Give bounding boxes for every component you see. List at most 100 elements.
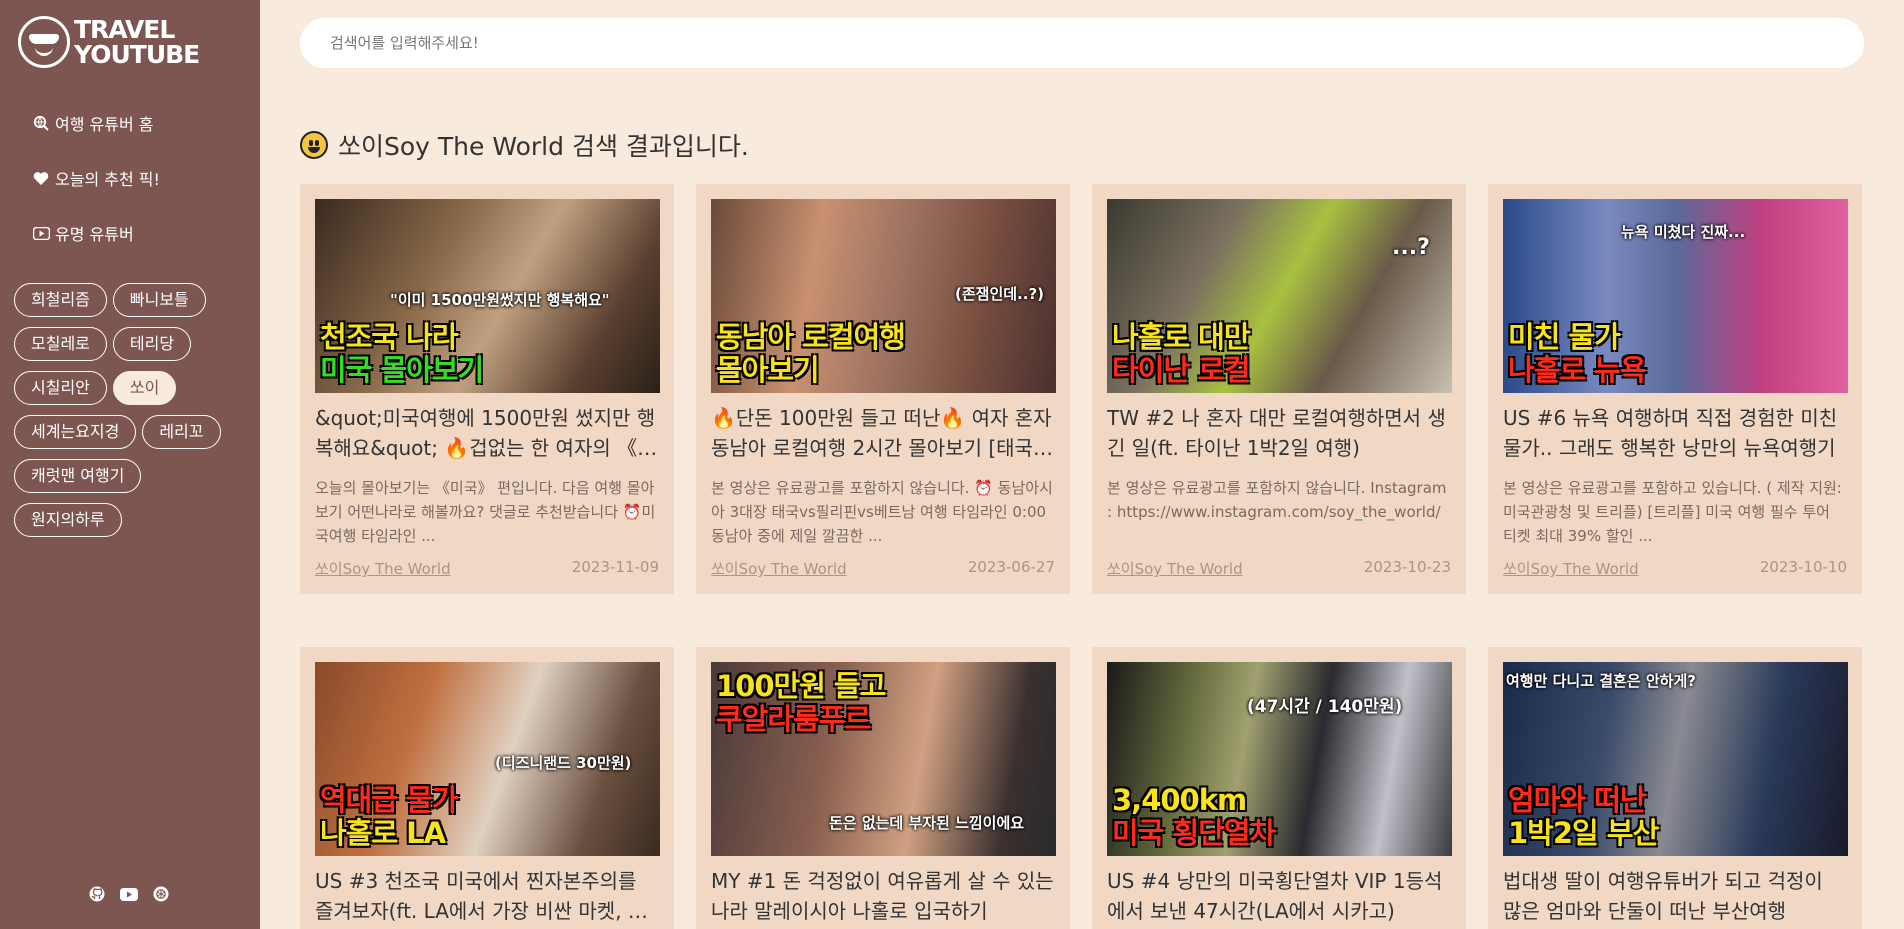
video-thumbnail[interactable]: (존잼인데..?) 동남아 로컬여행 몰아보기 [711,199,1056,393]
logo-line-1: TRAVEL [74,15,175,44]
tag-ppanibottle[interactable]: 빠니보틀 [112,283,206,317]
tag-rerikko[interactable]: 레리꼬 [142,415,221,449]
video-thumbnail[interactable]: "이미 1500만원썼지만 행복해요" 천조국 나라 미국 몰아보기 [315,199,660,393]
video-description: 본 영상은 유료광고를 포함하고 있습니다. ( 제작 지원: 미국관광청 및 … [1503,479,1842,545]
thumbnail-caption: 뉴욕 미쳤다 진짜... [1621,223,1746,241]
search-input[interactable] [300,18,1864,68]
tag-soy[interactable]: 쏘이 [112,371,177,405]
video-card[interactable]: (디즈니랜드 30만원) 역대급 물가 나홀로 LA US #3 천조국 미국에… [300,647,674,929]
channel-link[interactable]: 쏘이Soy The World [1107,558,1243,579]
video-title[interactable]: 🔥단돈 100만원 들고 떠난🔥 여자 혼자 동남아 로컬여행 2시간 몰아보기… [711,403,1055,463]
video-card[interactable]: (존잼인데..?) 동남아 로컬여행 몰아보기 🔥단돈 100만원 들고 떠난🔥… [696,184,1070,594]
headline-line-1: 역대급 물가 [320,783,458,817]
tag-sicilian[interactable]: 시칠리안 [14,371,107,405]
logo-line-2: YOUTUBE [74,40,200,69]
video-title[interactable]: US #4 낭만의 미국횡단열차 VIP 1등석에서 보낸 47시간(LA에서 … [1107,866,1451,926]
headline-line-1: 동남아 로컬여행 [716,320,906,354]
video-meta: 쏘이Soy The World 2023-10-23 [1107,558,1451,579]
youtube-icon [32,224,50,242]
video-card[interactable]: 뉴욕 미쳤다 진짜... 미친 물가 나홀로 뉴욕 US #6 뉴욕 여행하며 … [1488,184,1862,594]
video-thumbnail[interactable]: 돈은 없는데 부자된 느낌이에요 100만원 들고 쿠알라룸푸르 [711,662,1056,856]
headline-line-1: 천조국 나라 [320,320,459,354]
openai-icon[interactable] [152,885,170,903]
video-description: 본 영상은 유료광고를 포함하지 않습니다. ⏰ 동남아시아 3대장 태국vs필… [711,479,1053,545]
thumbnail-caption: "이미 1500만원썼지만 행복해요" [390,291,610,309]
video-thumbnail[interactable]: (디즈니랜드 30만원) 역대급 물가 나홀로 LA [315,662,660,856]
nav-label: 오늘의 추천 픽! [55,170,160,189]
channel-link[interactable]: 쏘이Soy The World [315,558,451,579]
logo[interactable]: TRAVEL YOUTUBE [18,15,200,69]
video-description: 오늘의 몰아보기는 《미국》 편입니다. 다음 여행 몰아보기 어떤나라로 해볼… [315,479,656,545]
video-thumbnail[interactable]: (47시간 / 140만원) 3,400km 미국 횡단열차 [1107,662,1452,856]
heart-icon [32,169,50,187]
thumbnail-headline: 100만원 들고 쿠알라룸푸르 [716,669,886,736]
thumbnail-headline: 나홀로 대만 타이난 로컬 [1112,321,1250,387]
video-title[interactable]: 법대생 딸이 여행유튜버가 되고 걱정이 많은 엄마와 단둘이 떠난 부산여행 [1503,866,1847,926]
github-icon[interactable] [88,885,106,903]
video-title[interactable]: MY #1 돈 걱정없이 여유롭게 살 수 있는 나라 말레이시아 나홀로 입국… [711,866,1055,926]
video-meta: 쏘이Soy The World 2023-10-10 [1503,558,1847,579]
channel-link[interactable]: 쏘이Soy The World [1503,558,1639,579]
headline-line-2: 타이난 로컬 [1112,353,1250,387]
search-globe-icon [32,114,50,132]
thumbnail-caption: (존잼인데..?) [955,285,1045,303]
video-card[interactable]: 여행만 다니고 결혼은 안하게? 엄마와 떠난 1박2일 부산 법대생 딸이 여… [1488,647,1862,929]
headline-line-2: 미국 횡단열차 [1112,816,1276,850]
video-title[interactable]: &quot;미국여행에 1500만원 썼지만 행복해요&quot; 🔥겁없는 한… [315,403,659,463]
video-card[interactable]: 돈은 없는데 부자된 느낌이에요 100만원 들고 쿠알라룸푸르 MY #1 돈… [696,647,1070,929]
video-title[interactable]: US #6 뉴욕 여행하며 직접 경험한 미친 물가.. 그래도 행복한 낭만의… [1503,403,1847,463]
thumbnail-headline: 미친 물가 나홀로 뉴욕 [1508,321,1646,387]
headline-line-1: 3,400km [1112,783,1247,817]
video-title[interactable]: US #3 천조국 미국에서 찐자본주의를 즐겨보자(ft. LA에서 가장 비… [315,866,659,926]
nav-item-home[interactable]: 여행 유튜버 홈 [32,112,160,134]
sidebar-nav: 여행 유튜버 홈 오늘의 추천 픽! 유명 유튜버 [32,112,160,277]
channel-link[interactable]: 쏘이Soy The World [711,558,847,579]
headline-line-2: 미국 몰아보기 [320,353,484,387]
video-card[interactable]: ...? 나홀로 대만 타이난 로컬 TW #2 나 혼자 대만 로컬여행하면서… [1092,184,1466,594]
thumbnail-caption: (디즈니랜드 30만원) [495,754,632,772]
video-card[interactable]: (47시간 / 140만원) 3,400km 미국 횡단열차 US #4 낭만의… [1092,647,1466,929]
headline-line-1: 100만원 들고 [716,669,886,703]
thumbnail-headline: 천조국 나라 미국 몰아보기 [320,320,484,387]
tag-heecheolism[interactable]: 희철리즘 [14,283,107,317]
video-thumbnail[interactable]: ...? 나홀로 대만 타이난 로컬 [1107,199,1452,393]
result-heading: 쏘이Soy The World 검색 결과입니다. [300,127,749,163]
thumbnail-headline: 엄마와 떠난 1박2일 부산 [1508,783,1659,850]
tag-teridang[interactable]: 테리당 [112,327,192,361]
tag-mochilero[interactable]: 모칠레로 [14,327,107,361]
thumbnail-caption: 돈은 없는데 부자된 느낌이에요 [829,814,1025,832]
video-date: 2023-10-10 [1759,558,1847,576]
video-date: 2023-11-09 [571,558,659,576]
headline-line-1: 나홀로 대만 [1112,320,1250,354]
video-date: 2023-10-23 [1363,558,1451,576]
tag-carrotman[interactable]: 캐럿맨 여행기 [14,459,142,493]
thumbnail-caption: (47시간 / 140만원) [1247,697,1403,717]
tag-wonji[interactable]: 원지의하루 [14,503,122,537]
video-meta: 쏘이Soy The World 2023-11-09 [315,558,659,579]
social-links [88,885,184,903]
thumbnail-headline: 3,400km 미국 횡단열차 [1112,783,1276,850]
headline-line-2: 쿠알라룸푸르 [716,702,871,736]
video-card[interactable]: "이미 1500만원썼지만 행복해요" 천조국 나라 미국 몰아보기 &quot… [300,184,674,594]
sidebar: TRAVEL YOUTUBE 여행 유튜버 홈 오늘의 추천 픽! 유명 유튜버… [0,0,260,929]
grinning-face-icon [300,131,328,159]
headline-line-2: 1박2일 부산 [1508,816,1659,850]
logo-text: TRAVEL YOUTUBE [74,15,200,69]
headline-line-2: 나홀로 LA [320,816,446,850]
sunglasses-face-icon [18,16,70,68]
headline-line-2: 몰아보기 [716,353,820,387]
nav-label: 유명 유튜버 [55,225,134,244]
video-date: 2023-06-27 [967,558,1055,576]
thumbnail-caption: 여행만 다니고 결혼은 안하게? [1506,672,1696,690]
youtuber-tags: 희철리즘 빠니보틀 모칠레로 테리당 시칠리안 쏘이 세계는요지경 레리꼬 캐럿… [14,283,254,547]
tag-segyeneun[interactable]: 세계는요지경 [14,415,137,449]
nav-label: 여행 유튜버 홈 [55,115,154,134]
nav-item-famous[interactable]: 유명 유튜버 [32,222,160,244]
video-thumbnail[interactable]: 여행만 다니고 결혼은 안하게? 엄마와 떠난 1박2일 부산 [1503,662,1848,856]
youtube-icon[interactable] [120,885,138,903]
video-title[interactable]: TW #2 나 혼자 대만 로컬여행하면서 생긴 일(ft. 타이난 1박2일 … [1107,403,1451,463]
thumbnail-headline: 동남아 로컬여행 몰아보기 [716,320,906,387]
video-thumbnail[interactable]: 뉴욕 미쳤다 진짜... 미친 물가 나홀로 뉴욕 [1503,199,1848,393]
headline-line-1: 엄마와 떠난 [1508,783,1647,817]
nav-item-picks[interactable]: 오늘의 추천 픽! [32,167,160,189]
